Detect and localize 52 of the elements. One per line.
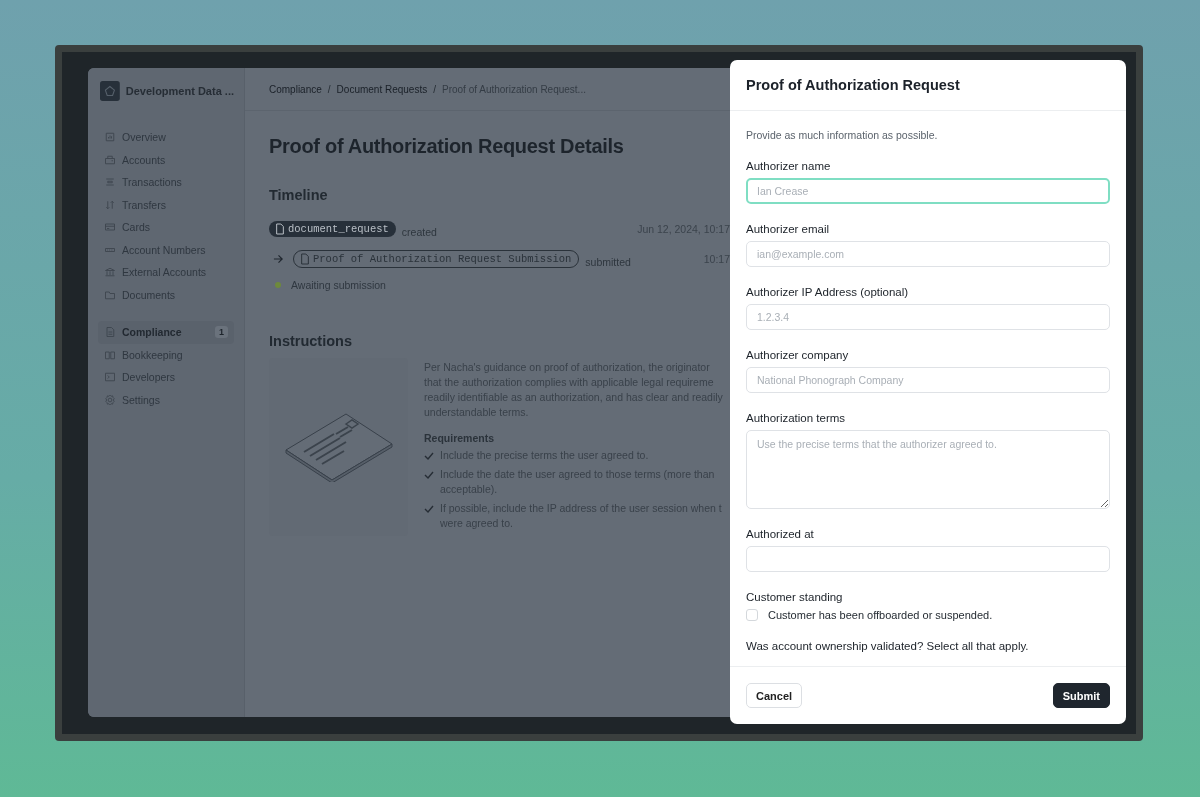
- nav-icon: [104, 348, 116, 361]
- nav-icon: [104, 176, 116, 189]
- workspace-name: Development Data ...: [125, 85, 234, 97]
- section-title: Timeline: [269, 187, 329, 203]
- input-field[interactable]: 1.2.3.4: [746, 304, 1110, 330]
- nav-icon: [104, 393, 116, 406]
- nav-icon: [104, 198, 116, 211]
- status-dot-icon: [275, 282, 281, 288]
- field-label: Authorizer name: [746, 160, 832, 172]
- nav-icon: [104, 266, 116, 279]
- input-field[interactable]: ian@example.com: [746, 241, 1110, 267]
- nav-icon: [104, 288, 116, 301]
- sidebar-item[interactable]: Compliance 1: [98, 321, 234, 344]
- section-title: Instructions: [269, 333, 353, 349]
- checkbox-label[interactable]: Customer has been offboarded or suspended.: [768, 609, 993, 621]
- checkbox[interactable]: [746, 609, 758, 621]
- input-field[interactable]: Ian Crease: [746, 178, 1110, 204]
- nav-icon: [104, 153, 116, 166]
- workspace-logo-icon: [100, 80, 120, 102]
- breadcrumb-link[interactable]: Document Requests: [336, 83, 428, 95]
- breadcrumb-separator: /: [433, 83, 436, 95]
- nav-icon: [104, 371, 116, 384]
- nav-icon: [104, 131, 116, 144]
- object-tag[interactable]: document_request: [269, 221, 396, 237]
- check-icon: [424, 471, 434, 479]
- requirements-title: Requirements: [424, 432, 496, 444]
- file-icon: [275, 223, 285, 235]
- event-action: submitted: [585, 256, 631, 268]
- field-label: Authorized at: [746, 528, 815, 540]
- input-field[interactable]: [746, 546, 1110, 572]
- breadcrumb-separator: /: [327, 83, 331, 95]
- field-label: Authorizer company: [746, 349, 850, 361]
- field-label: Authorizer email: [746, 223, 831, 235]
- check-icon: [424, 505, 434, 513]
- nav-icon: [104, 221, 116, 234]
- count-badge: 1: [215, 326, 228, 339]
- field-label: Authorization terms: [746, 412, 847, 424]
- submit-button[interactable]: Submit: [1052, 683, 1110, 708]
- check-icon: [424, 452, 434, 460]
- page-title: Proof of Authorization Request Details: [269, 135, 625, 158]
- modal-title: Proof of Authorization Request: [746, 77, 960, 93]
- field-label: Was account ownership validated? Select all that apply.: [746, 640, 1030, 652]
- arrow-icon: [273, 254, 284, 264]
- text-area[interactable]: Use the precise terms that the authorizer agreed to.: [746, 430, 1110, 509]
- form-intro: Provide as much information as possible.: [746, 129, 939, 141]
- field-label: Customer standing: [746, 591, 844, 603]
- cancel-button[interactable]: Cancel: [746, 683, 803, 708]
- input-field[interactable]: National Phonograph Company: [746, 367, 1110, 393]
- nav-icon: [104, 326, 116, 339]
- breadcrumb-link[interactable]: Compliance: [269, 83, 322, 95]
- file-icon: [300, 253, 310, 265]
- field-label: Authorizer IP Address (optional): [746, 286, 910, 298]
